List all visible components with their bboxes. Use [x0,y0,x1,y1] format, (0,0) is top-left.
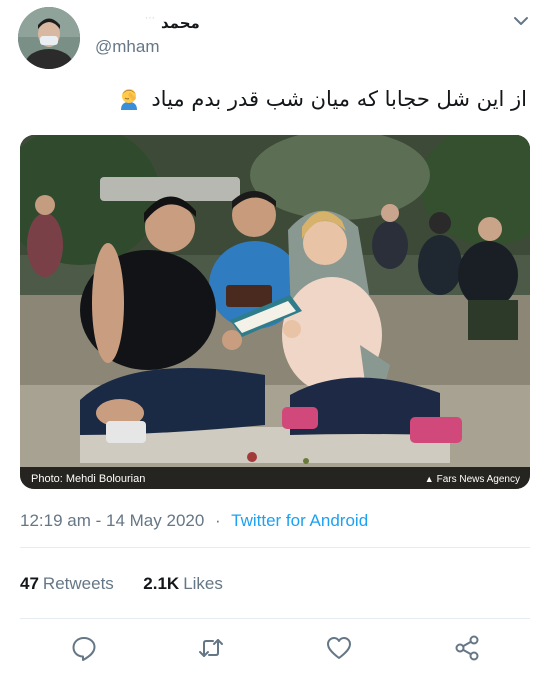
heart-icon[interactable] [325,634,353,662]
tweet-stats: 47 Retweets 2.1K Likes [20,574,223,594]
user-handle[interactable]: @mham [95,37,160,57]
divider [20,547,530,548]
avatar[interactable] [18,7,80,69]
retweets-label: Retweets [42,574,114,593]
photo-scene [20,135,530,489]
chevron-down-icon[interactable] [510,10,532,32]
share-icon[interactable] [453,634,481,662]
retweets-count: 47 [20,574,39,593]
tweet-time[interactable]: 12:19 am [20,511,91,530]
tweet-source-link[interactable]: Twitter for Android [231,511,368,530]
likes-label: Likes [183,574,223,593]
retweets-stat[interactable]: 47 Retweets [20,574,119,593]
tweet-photo[interactable]: Photo: Mehdi Bolourian ▲ Fars News Agency [20,135,530,489]
reply-icon[interactable] [70,634,98,662]
decoration-dots-icon: ⋯ [145,13,155,24]
tweet-date[interactable]: 14 May 2020 [106,511,204,530]
display-name[interactable]: محمد [161,14,200,32]
tweet-body: از این شل حجابا که میان شب قدر بدم میاد [151,87,527,111]
agency-credit: ▲ Fars News Agency [425,474,520,485]
meta-separator: - [95,511,107,530]
divider [20,618,530,619]
agency-logo-icon: ▲ [424,474,434,484]
photo-credit: Photo: Mehdi Bolourian [31,473,146,485]
tweet-meta: 12:19 am - 14 May 2020 · Twitter for And… [20,511,368,531]
avatar-image [18,7,80,69]
likes-stat[interactable]: 2.1K Likes [143,574,223,593]
likes-count: 2.1K [143,574,180,593]
retweet-icon[interactable] [197,634,225,662]
man-facepalming-emoji-icon [117,86,141,110]
tweet-text: از این شل حجابا که میان شب قدر بدم میاد [27,84,527,114]
meta-dot: · [215,511,221,530]
agency-name: Fars News Agency [436,474,520,485]
